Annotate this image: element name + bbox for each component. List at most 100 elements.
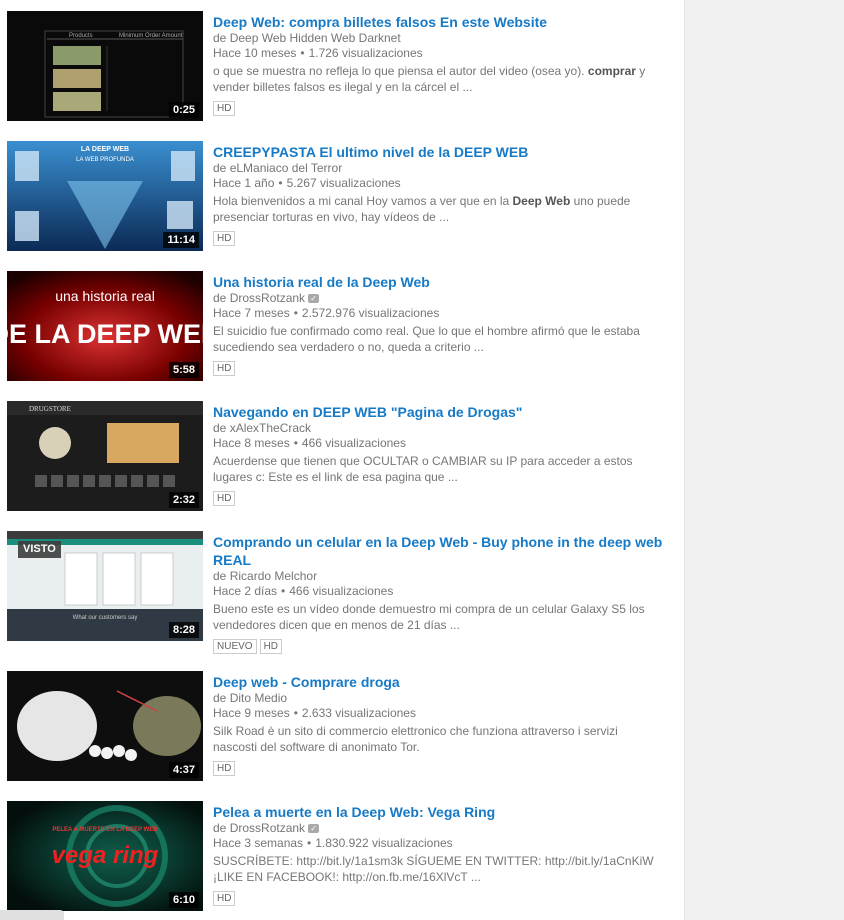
- video-views: 1.726 visualizaciones: [308, 46, 423, 60]
- video-age: Hace 9 meses: [213, 706, 290, 720]
- video-info: Comprando un celular en la Deep Web - Bu…: [213, 531, 663, 654]
- verified-icon: ✓: [308, 294, 320, 304]
- video-thumbnail[interactable]: una historia real DE LA DEEP WEB 5:58: [7, 271, 203, 381]
- thumbnail-text: LA WEB PROFUNDA: [76, 157, 134, 163]
- channel-link[interactable]: xAlexTheCrack: [230, 421, 311, 435]
- video-duration: 0:25: [168, 102, 199, 118]
- byline-prefix: de: [213, 291, 227, 305]
- video-meta: Hace 3 semanas • 1.830.922 visualizaciones: [213, 836, 663, 851]
- video-thumbnail[interactable]: LA DEEP WEB LA WEB PROFUNDA 11:14: [7, 141, 203, 251]
- video-title-link[interactable]: Deep web - Comprare droga: [213, 673, 663, 691]
- video-info: CREEPYPASTA El ultimo nivel de la DEEP W…: [213, 141, 663, 246]
- thumbnail-text: una historia real: [55, 288, 155, 304]
- video-age: Hace 7 meses: [213, 306, 290, 320]
- video-meta: Hace 1 año • 5.267 visualizaciones: [213, 176, 663, 191]
- video-description: Acuerdense que tienen que OCULTAR o CAMB…: [213, 453, 663, 485]
- channel-link[interactable]: DrossRotzank: [230, 821, 305, 835]
- hd-badge: HD: [213, 231, 236, 246]
- thumbnail-text: PELEA A MUERTE EN LA DEEP WEB: [52, 827, 158, 833]
- video-meta: Hace 10 meses • 1.726 visualizaciones: [213, 46, 663, 61]
- video-byline: de Dito Medio: [213, 691, 663, 706]
- video-description: Hola bienvenidos a mi canal Hoy vamos a …: [213, 193, 663, 225]
- channel-link[interactable]: eLManiaco del Terror: [230, 161, 343, 175]
- video-badges: HD: [213, 488, 663, 506]
- video-thumbnail[interactable]: What our customers say VISTO 8:28: [7, 531, 203, 641]
- byline-prefix: de: [213, 569, 227, 583]
- video-result: Products Minimum Order Amount 0:25 Deep …: [0, 11, 684, 121]
- video-title-link[interactable]: Comprando un celular en la Deep Web - Bu…: [213, 533, 663, 569]
- video-badges: HD: [213, 98, 663, 116]
- description-highlight: comprar: [587, 64, 636, 78]
- byline-prefix: de: [213, 161, 227, 175]
- video-result: LA DEEP WEB LA WEB PROFUNDA 11:14 CREEPY…: [0, 141, 684, 251]
- video-views: 466 visualizaciones: [301, 436, 406, 450]
- description-highlight: Deep Web: [512, 194, 571, 208]
- channel-link[interactable]: Dito Medio: [230, 691, 287, 705]
- video-duration: 2:32: [168, 492, 199, 508]
- thumbnail-text: DE LA DEEP WEB: [7, 319, 203, 349]
- video-title-link[interactable]: Deep Web: compra billetes falsos En este…: [213, 13, 663, 31]
- description-text: SUSCRÍBETE: http://bit.ly/1a1sm3k SÍGUEM…: [213, 854, 654, 884]
- video-byline: de DrossRotzank ✓: [213, 821, 663, 836]
- video-result: DRUGSTORE 2:32 Navegando en DEEP WEB "Pa…: [0, 401, 684, 511]
- video-badges: HD: [213, 758, 663, 776]
- thumbnail-text: DRUGSTORE: [29, 405, 71, 413]
- video-info: Deep Web: compra billetes falsos En este…: [213, 11, 663, 116]
- video-result: PELEA A MUERTE EN LA DEEP WEB vega ring …: [0, 801, 684, 911]
- video-byline: de Deep Web Hidden Web Darknet: [213, 31, 663, 46]
- new-badge: NUEVO: [213, 639, 257, 654]
- video-description: o que se muestra no refleja lo que piens…: [213, 63, 663, 95]
- watched-badge: VISTO: [18, 541, 61, 558]
- video-views: 2.572.976 visualizaciones: [301, 306, 440, 320]
- video-meta: Hace 9 meses • 2.633 visualizaciones: [213, 706, 663, 721]
- video-info: Una historia real de la Deep Web de Dros…: [213, 271, 663, 376]
- hd-badge: HD: [213, 761, 236, 776]
- video-age: Hace 2 días: [213, 584, 278, 598]
- channel-link[interactable]: DrossRotzank: [230, 291, 305, 305]
- video-title-link[interactable]: Pelea a muerte en la Deep Web: Vega Ring: [213, 803, 663, 821]
- separator-dot: •: [281, 584, 286, 598]
- video-badges: HD: [213, 228, 663, 246]
- video-title-link[interactable]: Una historia real de la Deep Web: [213, 273, 663, 291]
- video-info: Pelea a muerte en la Deep Web: Vega Ring…: [213, 801, 663, 906]
- video-age: Hace 3 semanas: [213, 836, 304, 850]
- video-description: El suicidio fue confirmado como real. Qu…: [213, 323, 663, 355]
- description-text: Hola bienvenidos a mi canal Hoy vamos a …: [213, 194, 513, 208]
- byline-prefix: de: [213, 821, 227, 835]
- video-description: SUSCRÍBETE: http://bit.ly/1a1sm3k SÍGUEM…: [213, 853, 663, 885]
- thumbnail-text: LA DEEP WEB: [81, 146, 129, 153]
- separator-dot: •: [300, 46, 305, 60]
- separator-dot: •: [293, 306, 298, 320]
- video-info: Navegando en DEEP WEB "Pagina de Drogas"…: [213, 401, 663, 506]
- description-text: o que se muestra no refleja lo que piens…: [213, 64, 588, 78]
- video-views: 1.830.922 visualizaciones: [315, 836, 453, 850]
- video-age: Hace 10 meses: [213, 46, 297, 60]
- separator-dot: •: [278, 176, 283, 190]
- thumbnail-text: Products: [69, 33, 93, 39]
- video-meta: Hace 7 meses • 2.572.976 visualizaciones: [213, 306, 663, 321]
- description-text: El suicidio fue confirmado como real. Qu…: [213, 324, 640, 354]
- byline-prefix: de: [213, 31, 227, 45]
- thumbnail-text: Minimum Order Amount: [119, 33, 183, 39]
- video-title-link[interactable]: CREEPYPASTA El ultimo nivel de la DEEP W…: [213, 143, 663, 161]
- right-sidebar: [686, 0, 844, 920]
- video-thumbnail[interactable]: DRUGSTORE 2:32: [7, 401, 203, 511]
- channel-link[interactable]: Deep Web Hidden Web Darknet: [230, 31, 401, 45]
- thumbnail-text: vega ring: [52, 842, 159, 869]
- video-byline: de DrossRotzank ✓: [213, 291, 663, 306]
- video-thumbnail[interactable]: 4:37: [7, 671, 203, 781]
- video-duration: 5:58: [168, 362, 199, 378]
- video-meta: Hace 2 días • 466 visualizaciones: [213, 584, 663, 599]
- video-result: una historia real DE LA DEEP WEB 5:58 Un…: [0, 271, 684, 381]
- horizontal-scrollbar[interactable]: [0, 910, 64, 920]
- video-badges: HD: [213, 888, 663, 906]
- video-byline: de xAlexTheCrack: [213, 421, 663, 436]
- channel-link[interactable]: Ricardo Melchor: [230, 569, 317, 583]
- video-thumbnail[interactable]: PELEA A MUERTE EN LA DEEP WEB vega ring …: [7, 801, 203, 911]
- video-thumbnail[interactable]: Products Minimum Order Amount 0:25: [7, 11, 203, 121]
- hd-badge: HD: [259, 639, 283, 654]
- search-results-list: Products Minimum Order Amount 0:25 Deep …: [0, 0, 685, 920]
- video-title-link[interactable]: Navegando en DEEP WEB "Pagina de Drogas": [213, 403, 663, 421]
- hd-badge: HD: [213, 361, 236, 376]
- separator-dot: •: [293, 436, 298, 450]
